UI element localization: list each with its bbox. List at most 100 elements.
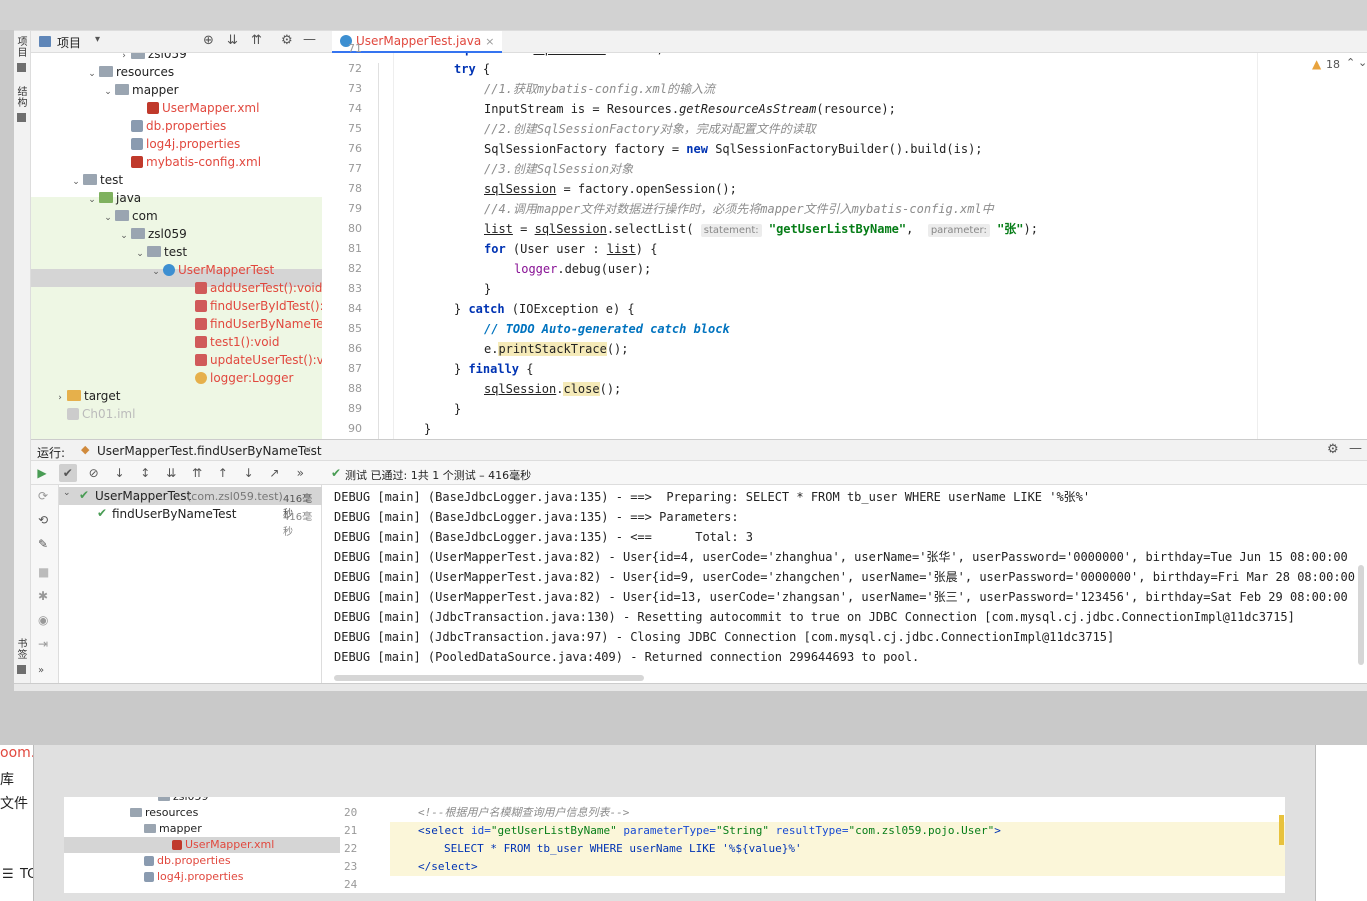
chevron-down-icon[interactable]: ⌄ xyxy=(101,83,115,101)
run-settings-gear-icon[interactable]: ⚙ xyxy=(1327,442,1339,457)
field-icon xyxy=(195,372,207,384)
camera-icon[interactable]: ◉ xyxy=(38,613,48,627)
tree-item[interactable]: ⌄ java xyxy=(85,189,141,207)
code-line[interactable]: for (User user : list) { xyxy=(484,239,657,259)
show-ignored-icon[interactable]: ⊘ xyxy=(85,464,103,482)
code-line[interactable]: SqlSessionFactory factory = new SqlSessi… xyxy=(484,139,983,159)
tree-item[interactable]: ⌄ UserMapperTest xyxy=(149,261,274,279)
code-line[interactable]: try { xyxy=(454,59,490,79)
tree-item[interactable]: ⌄ test xyxy=(69,171,123,189)
collapse-chevron-icon[interactable]: ⌄ xyxy=(63,488,71,498)
code-line[interactable]: } xyxy=(484,279,491,299)
project-view-title[interactable]: 项目 xyxy=(57,34,81,51)
code-line[interactable]: InputStream is = Resources.getResourceAs… xyxy=(484,99,896,119)
sort-duration-icon[interactable]: ↕ xyxy=(136,464,154,482)
code-line[interactable]: logger.debug(user); xyxy=(514,259,651,279)
project-tool-icon[interactable] xyxy=(17,63,26,72)
rerun-failed-icon[interactable]: ⟳ xyxy=(38,489,48,503)
code-line[interactable]: //4.调用mapper文件对数据进行操作时，必须先将mapper文件引入myb… xyxy=(484,199,994,219)
tree-item[interactable]: logger:Logger xyxy=(181,369,293,387)
code-line[interactable]: } xyxy=(424,419,431,439)
tree-item[interactable]: mybatis-config.xml xyxy=(117,153,261,171)
collapse-tests-icon[interactable]: ⇈ xyxy=(188,464,206,482)
sub-code-editor: <!--根据用户名模糊查询用户信息列表--> <select id="getUse… xyxy=(390,797,1285,893)
tool-structure-label[interactable]: 结构 xyxy=(15,87,30,109)
bookmarks-tool-icon[interactable] xyxy=(17,665,26,674)
chevron-down-icon[interactable]: ⌄ xyxy=(85,191,99,209)
tool-bookmarks-label[interactable]: 书签 xyxy=(15,639,30,661)
code-line[interactable]: e.printStackTrace(); xyxy=(484,339,629,359)
tool-project-label[interactable]: 项目 xyxy=(15,37,30,59)
run-tab-label[interactable]: UserMapperTest.findUserByNameTest xyxy=(97,444,322,458)
tree-item[interactable]: addUserTest():void xyxy=(181,279,322,297)
tree-item[interactable]: UserMapper.xml xyxy=(133,99,259,117)
wrench-icon[interactable]: ✎ xyxy=(38,537,48,551)
expand-all-icon[interactable]: ⇊ xyxy=(227,33,238,48)
tree-item[interactable]: › zsl059 xyxy=(117,53,187,63)
export-icon[interactable]: ↗ xyxy=(265,464,283,482)
code-editor[interactable]: SqlSession sqlSession = null;try {//1.获取… xyxy=(394,53,1257,463)
show-passed-check-icon[interactable]: ✔ xyxy=(58,464,77,482)
console-output[interactable]: DEBUG [main] (BaseJdbcLogger.java:135) -… xyxy=(322,485,1367,685)
expand-tests-icon[interactable]: ⇊ xyxy=(162,464,180,482)
code-line[interactable]: } xyxy=(454,399,461,419)
vertical-scrollbar[interactable] xyxy=(1358,565,1364,665)
stop-icon[interactable]: ■ xyxy=(38,565,49,579)
chevron-down-icon[interactable]: ⌄ xyxy=(85,65,99,83)
code-line[interactable]: list = sqlSession.selectList( statement:… xyxy=(484,219,1038,239)
tree-item[interactable]: ⌄ com xyxy=(101,207,157,227)
tree-item[interactable]: test1():void xyxy=(181,333,279,351)
tree-item[interactable]: ⌄ test xyxy=(133,243,187,261)
tree-item[interactable]: ⌄ zsl059 xyxy=(117,225,187,243)
tree-item[interactable]: › target xyxy=(53,387,120,405)
more-chevron-icon[interactable]: » xyxy=(291,464,309,482)
toggle-auto-test-icon[interactable]: ⟲ xyxy=(38,513,48,527)
code-line[interactable]: //1.获取mybatis-config.xml的输入流 xyxy=(484,79,715,99)
close-run-tab-icon[interactable]: × xyxy=(303,443,312,456)
code-line[interactable]: } finally { xyxy=(454,359,533,379)
code-line[interactable]: // TODO Auto-generated catch block xyxy=(484,319,730,339)
tree-item[interactable]: ⌄ mapper xyxy=(101,81,178,101)
next-highlight-chevron-down-icon[interactable]: ⌄ xyxy=(1358,56,1367,69)
test-case-row[interactable]: ✔ findUserByNameTest 416毫秒 xyxy=(59,505,322,538)
collapse-all-icon[interactable]: ⇈ xyxy=(251,33,262,48)
more-tools-chevron-icon[interactable]: » xyxy=(38,665,44,676)
gear-icon[interactable]: ⚙ xyxy=(281,33,293,48)
horizontal-scrollbar[interactable] xyxy=(334,675,644,681)
code-line[interactable]: sqlSession.close(); xyxy=(484,379,621,399)
rerun-play-icon[interactable]: ▶ xyxy=(33,464,51,482)
chevron-down-icon[interactable]: ⌄ xyxy=(69,173,83,191)
tree-item[interactable]: db.properties xyxy=(117,117,226,135)
debug-icon[interactable]: ✱ xyxy=(38,589,48,603)
minimize-panel-icon[interactable]: — xyxy=(303,32,316,47)
tree-item[interactable]: log4j.properties xyxy=(117,135,240,153)
sub-project-tree: zsl059 resources mapper UserMapper.xml db.pr… xyxy=(64,797,340,893)
code-line[interactable]: //3.创建SqlSession对象 xyxy=(484,159,633,179)
code-line[interactable]: //2.创建SqlSessionFactory对象，完成对配置文件的读取 xyxy=(484,119,816,139)
tree-item[interactable]: findUserByNameTest xyxy=(181,315,322,333)
locate-target-icon[interactable]: ⊕ xyxy=(203,33,214,48)
run-minimize-icon[interactable]: — xyxy=(1349,441,1362,456)
next-failed-down-icon[interactable]: ↓ xyxy=(240,464,258,482)
structure-tool-icon[interactable] xyxy=(17,113,26,122)
prev-highlight-chevron-up-icon[interactable]: ⌃ xyxy=(1346,56,1355,69)
warning-icon[interactable]: ▲ xyxy=(1312,57,1321,71)
tree-item[interactable]: updateUserTest():vo xyxy=(181,351,322,369)
chevron-down-icon[interactable]: ⌄ xyxy=(149,263,163,281)
code-line[interactable]: } catch (IOException e) { xyxy=(454,299,635,319)
sort-alpha-icon[interactable]: ↓ xyxy=(110,464,128,482)
chevron-down-icon[interactable]: ⌄ xyxy=(133,245,147,263)
chevron-down-icon[interactable]: ⌄ xyxy=(117,227,131,245)
tree-item[interactable]: ⌄ resources xyxy=(85,63,174,81)
view-dropdown-chevron-down-icon[interactable]: ▾ xyxy=(95,34,100,45)
warning-count[interactable]: 18 xyxy=(1326,58,1340,71)
exit-icon[interactable]: ⇥ xyxy=(38,637,48,651)
test-suite-row[interactable]: ⌄ ✔ UserMapperTest (com.zsl059.test) 416… xyxy=(59,487,322,520)
tree-item[interactable]: findUserByIdTest():vo xyxy=(181,297,322,315)
close-tab-icon[interactable]: × xyxy=(485,35,494,48)
chevron-down-icon[interactable]: ⌄ xyxy=(101,209,115,227)
tree-item[interactable]: Ch01.iml xyxy=(53,405,135,423)
code-line[interactable]: sqlSession = factory.openSession(); xyxy=(484,179,737,199)
prev-failed-up-icon[interactable]: ↑ xyxy=(214,464,232,482)
editor-right-gutter: ▲ 18 ⌃ ⌄ xyxy=(1257,53,1367,463)
